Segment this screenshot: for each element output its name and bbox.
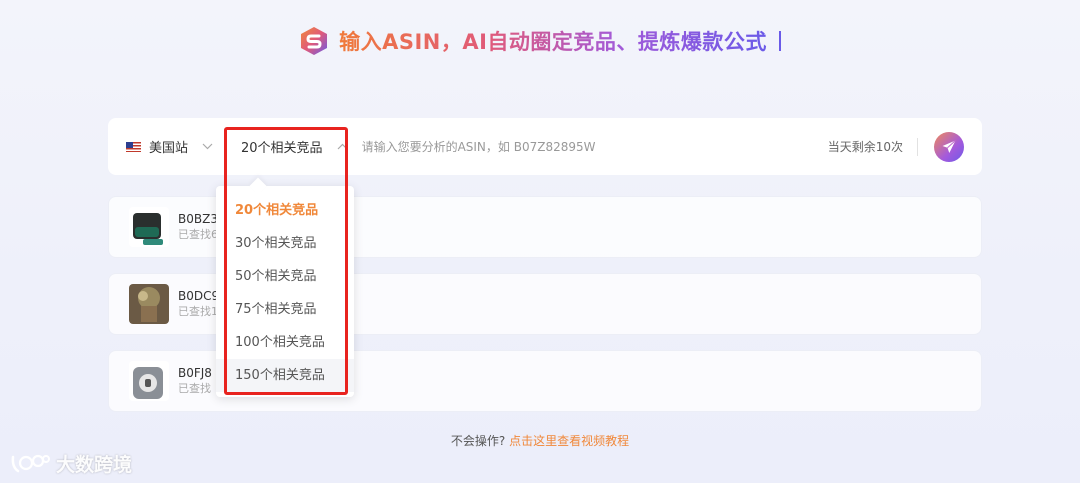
- competitor-count-select[interactable]: 20个相关竞品: [241, 137, 348, 156]
- result-asin: B0DC9: [178, 289, 220, 303]
- dropdown-option[interactable]: 150个相关竞品: [216, 359, 354, 392]
- competitor-count-dropdown: 20个相关竞品 30个相关竞品 50个相关竞品 75个相关竞品 100个相关竞品…: [216, 186, 354, 397]
- asin-input[interactable]: 请输入您要分析的ASIN，如 B07Z82895W: [362, 138, 828, 155]
- dropdown-option[interactable]: 75个相关竞品: [216, 293, 354, 326]
- dropdown-option[interactable]: 30个相关竞品: [216, 227, 354, 260]
- search-bar: 美国站 20个相关竞品 请输入您要分析的ASIN，如 B07Z82895W 当天…: [108, 118, 982, 175]
- chevron-down-icon: [202, 140, 213, 153]
- count-select-label: 20个相关竞品: [241, 141, 323, 156]
- dropdown-option[interactable]: 50个相关竞品: [216, 260, 354, 293]
- video-tutorial-link[interactable]: 点击这里查看视频教程: [509, 434, 629, 448]
- watermark: 大数跨境: [10, 450, 132, 477]
- us-flag-icon: [126, 141, 141, 152]
- result-status: 已查找: [178, 382, 211, 395]
- result-status: 已查找1: [178, 305, 218, 318]
- s-logo-icon: [299, 26, 329, 56]
- result-asin: B0FJ8: [178, 366, 212, 380]
- watermark-logo-icon: [11, 454, 50, 472]
- page-header: 输入ASIN，AI自动圈定竞品、提炼爆款公式: [0, 26, 1080, 56]
- site-select-label: 美国站: [149, 141, 189, 156]
- page-title: 输入ASIN，AI自动圈定竞品、提炼爆款公式: [339, 26, 767, 56]
- help-footer: 不会操作? 点击这里查看视频教程: [0, 432, 1080, 449]
- result-status: 已查找6: [178, 228, 218, 241]
- product-thumbnail: [129, 361, 169, 401]
- product-thumbnail: [129, 284, 169, 324]
- dropdown-option[interactable]: 20个相关竞品: [216, 194, 354, 227]
- dropdown-option[interactable]: 100个相关竞品: [216, 326, 354, 359]
- remaining-count: 当天剩余10次: [827, 140, 903, 154]
- divider: [917, 137, 918, 156]
- watermark-text: 大数跨境: [56, 454, 133, 476]
- product-thumbnail: [129, 207, 169, 247]
- send-button[interactable]: [934, 131, 964, 162]
- site-select[interactable]: 美国站: [126, 137, 213, 156]
- paper-plane-icon: [942, 139, 956, 153]
- result-asin: B0BZ3: [178, 212, 218, 226]
- help-question: 不会操作?: [450, 434, 506, 448]
- chevron-up-icon: [337, 140, 348, 153]
- text-cursor: [778, 31, 781, 51]
